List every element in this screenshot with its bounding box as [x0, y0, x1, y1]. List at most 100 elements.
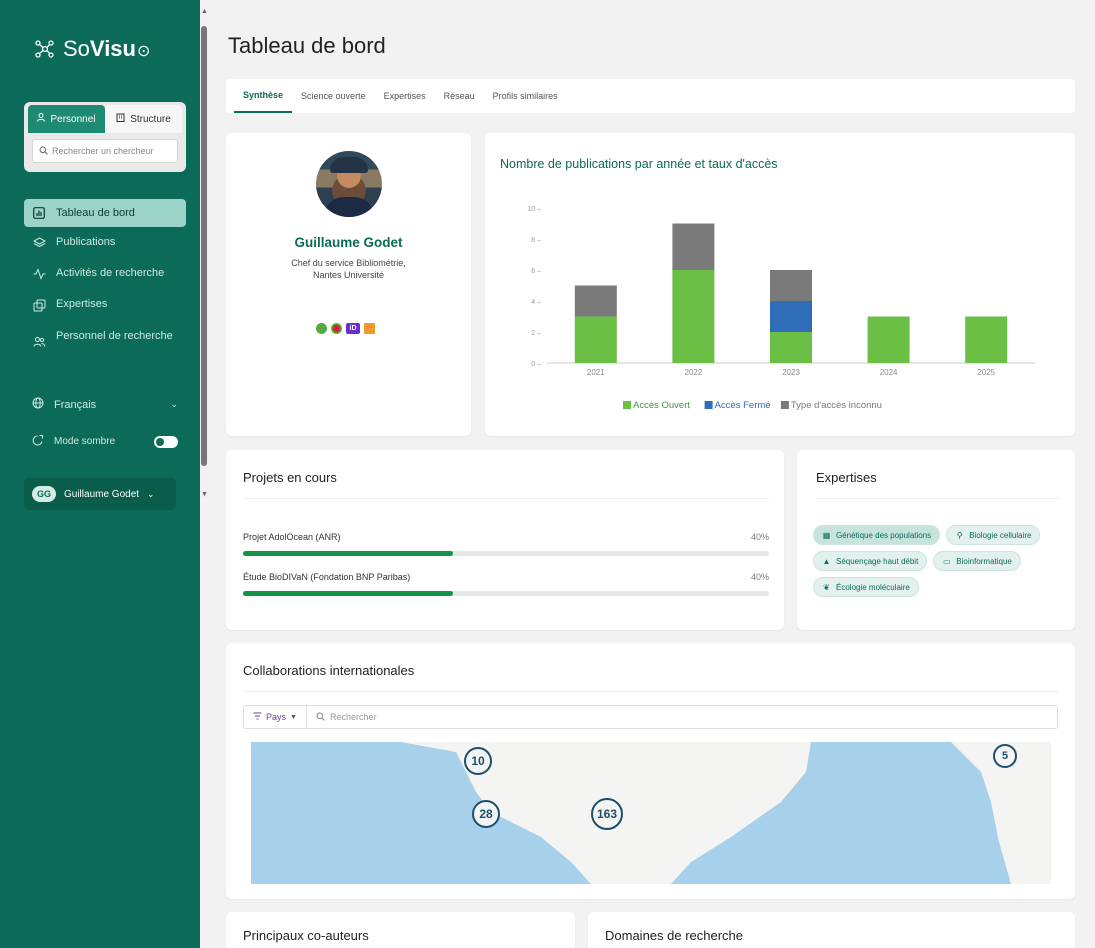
- collaborations-toolbar: Pays ▼ Rechercher: [243, 705, 1058, 729]
- map-cluster[interactable]: 28: [472, 800, 500, 828]
- activity-icon: [32, 267, 46, 281]
- caret-down-icon: ▼: [290, 713, 297, 721]
- expertise-chip[interactable]: ⚲ Biologie cellulaire: [946, 525, 1041, 545]
- dark-mode-row: Mode sombre: [32, 434, 178, 449]
- user-name: Guillaume Godet: [64, 488, 140, 500]
- main-nav: Tableau de bord Publications Activités d…: [24, 199, 186, 367]
- building-icon: [116, 113, 125, 125]
- chart-bar: [770, 270, 812, 301]
- tab-synthese[interactable]: Synthèse: [234, 79, 293, 113]
- map-cluster[interactable]: 5: [993, 744, 1017, 768]
- chart-bar: [672, 270, 715, 363]
- expertise-chip[interactable]: ▲ Séquençage haut débit: [813, 551, 928, 571]
- globe-icon: [32, 397, 44, 412]
- divider: [243, 498, 769, 499]
- projects-title: Projets en cours: [243, 470, 337, 485]
- microscope-icon: ⚲: [956, 530, 963, 540]
- project-percent: 40%: [750, 572, 769, 582]
- filter-icon: [253, 712, 262, 722]
- nav-item-research-activities[interactable]: Activités de recherche: [24, 261, 186, 292]
- project-row[interactable]: Étude BioDIVaN (Fondation BNP Paribas) 4…: [243, 572, 769, 596]
- tab-science-ouverte[interactable]: Science ouverte: [292, 79, 375, 113]
- hal-icon[interactable]: [331, 323, 342, 334]
- profile-photo: [316, 151, 382, 217]
- expertises-title: Expertises: [816, 470, 877, 485]
- search-icon: [39, 146, 48, 157]
- scroll-up-icon[interactable]: ▲: [201, 8, 208, 15]
- scope-tab-personnel[interactable]: Personnel: [28, 105, 105, 133]
- expertise-chip[interactable]: ❦ Écologie moléculaire: [813, 577, 919, 597]
- orcid-icon[interactable]: iD: [346, 323, 360, 334]
- chart-bar: [867, 316, 910, 363]
- chart-bar: [770, 332, 812, 363]
- theme-icon: [32, 434, 44, 449]
- dashboard-tabs: Synthèse Science ouverte Expertises Rése…: [226, 79, 1075, 113]
- project-label: Étude BioDIVaN (Fondation BNP Paribas): [243, 572, 411, 582]
- search-placeholder: Rechercher: [329, 712, 377, 722]
- coauthors-title: Principaux co-auteurs: [243, 928, 369, 943]
- layers-icon: [32, 236, 46, 250]
- x-tick-label: 2023: [782, 368, 800, 377]
- progress-fill: [243, 591, 454, 596]
- identifier-links: iD: [316, 323, 375, 334]
- dark-mode-toggle[interactable]: [154, 435, 178, 448]
- researcher-search-input[interactable]: Rechercher un chercheur: [32, 139, 178, 163]
- profile-role-line: Chef du service Bibliométrie,: [291, 258, 406, 268]
- chart-bar: [672, 223, 715, 270]
- scroll-down-icon[interactable]: ▼: [201, 491, 208, 498]
- language-select[interactable]: Français ⌄: [32, 397, 178, 412]
- expertises-card: Expertises ▦ Génétique des populations ⚲…: [797, 450, 1075, 630]
- nav-item-dashboard[interactable]: Tableau de bord: [24, 199, 186, 227]
- expertise-chip[interactable]: ▭ Bioinformatique: [933, 551, 1021, 571]
- x-tick-label: 2021: [587, 368, 605, 377]
- profile-name: Guillaume Godet: [294, 235, 403, 250]
- flask-icon: ▲: [822, 556, 831, 566]
- tab-profils-similaires[interactable]: Profils similaires: [484, 79, 567, 113]
- project-row[interactable]: Projet AdolOcean (ANR) 40%: [243, 532, 769, 556]
- user-menu[interactable]: GG Guillaume Godet ⌄: [24, 478, 176, 510]
- tab-reseau[interactable]: Réseau: [435, 79, 484, 113]
- nav-item-expertises[interactable]: Expertises: [24, 292, 186, 323]
- collaborations-search-input[interactable]: Rechercher: [307, 712, 377, 723]
- scope-tab-label: Structure: [130, 113, 171, 125]
- project-progress: [243, 591, 769, 596]
- legend-label: Type d'accès inconnu: [791, 400, 882, 411]
- chip-label: Génétique des populations: [836, 530, 932, 540]
- expertise-chip[interactable]: ▦ Génétique des populations: [813, 525, 941, 545]
- chip-label: Écologie moléculaire: [836, 582, 910, 592]
- legend-label: Accès Fermé: [715, 400, 771, 411]
- y-tick-label: 8 –: [531, 237, 541, 244]
- expertise-icon: [32, 298, 46, 312]
- y-tick-label: 2 –: [531, 330, 541, 337]
- research-domains-title: Domaines de recherche: [605, 928, 744, 943]
- scope-tab-structure[interactable]: Structure: [105, 105, 182, 133]
- open-access-icon[interactable]: [316, 323, 327, 334]
- scope-tab-label: Personnel: [50, 113, 96, 125]
- app-logo[interactable]: SoVisu⊙: [34, 36, 150, 62]
- chart-bar: [574, 285, 617, 317]
- scrollbar-thumb[interactable]: [201, 26, 207, 466]
- expertise-chips: ▦ Génétique des populations ⚲ Biologie c…: [813, 525, 1063, 597]
- x-tick-label: 2025: [977, 368, 995, 377]
- leaf-icon: ❦: [823, 582, 830, 592]
- map-cluster[interactable]: 163: [591, 798, 623, 830]
- tab-expertises[interactable]: Expertises: [375, 79, 435, 113]
- progress-fill: [243, 551, 454, 556]
- laptop-icon: ▭: [943, 556, 951, 566]
- map-cluster[interactable]: 10: [464, 747, 492, 775]
- nav-label: Tableau de bord: [56, 207, 135, 219]
- chart-bar: [965, 316, 1008, 363]
- sidebar-scrollbar[interactable]: ▲ ▼: [200, 8, 208, 498]
- country-filter-button[interactable]: Pays ▼: [244, 706, 307, 728]
- y-tick-label: 6 –: [531, 268, 541, 275]
- projects-card: Projets en cours Projet AdolOcean (ANR) …: [226, 450, 784, 630]
- scopus-icon[interactable]: [364, 323, 375, 334]
- nav-item-publications[interactable]: Publications: [24, 230, 186, 261]
- nav-item-research-staff[interactable]: Personnel de recherche: [24, 323, 186, 367]
- chart-bar: [770, 301, 812, 332]
- collaborations-card: Collaborations internationales Pays ▼ Re…: [226, 643, 1075, 899]
- publications-chart: 0 – 2 – 4 – 6 – 8 – 10 – 2021 2022 2023 2024 2025 A…: [527, 206, 1035, 411]
- network-icon: [34, 39, 56, 59]
- chip-label: Bioinformatique: [956, 556, 1012, 566]
- collaborations-map[interactable]: 10 28 163 5: [251, 742, 1051, 884]
